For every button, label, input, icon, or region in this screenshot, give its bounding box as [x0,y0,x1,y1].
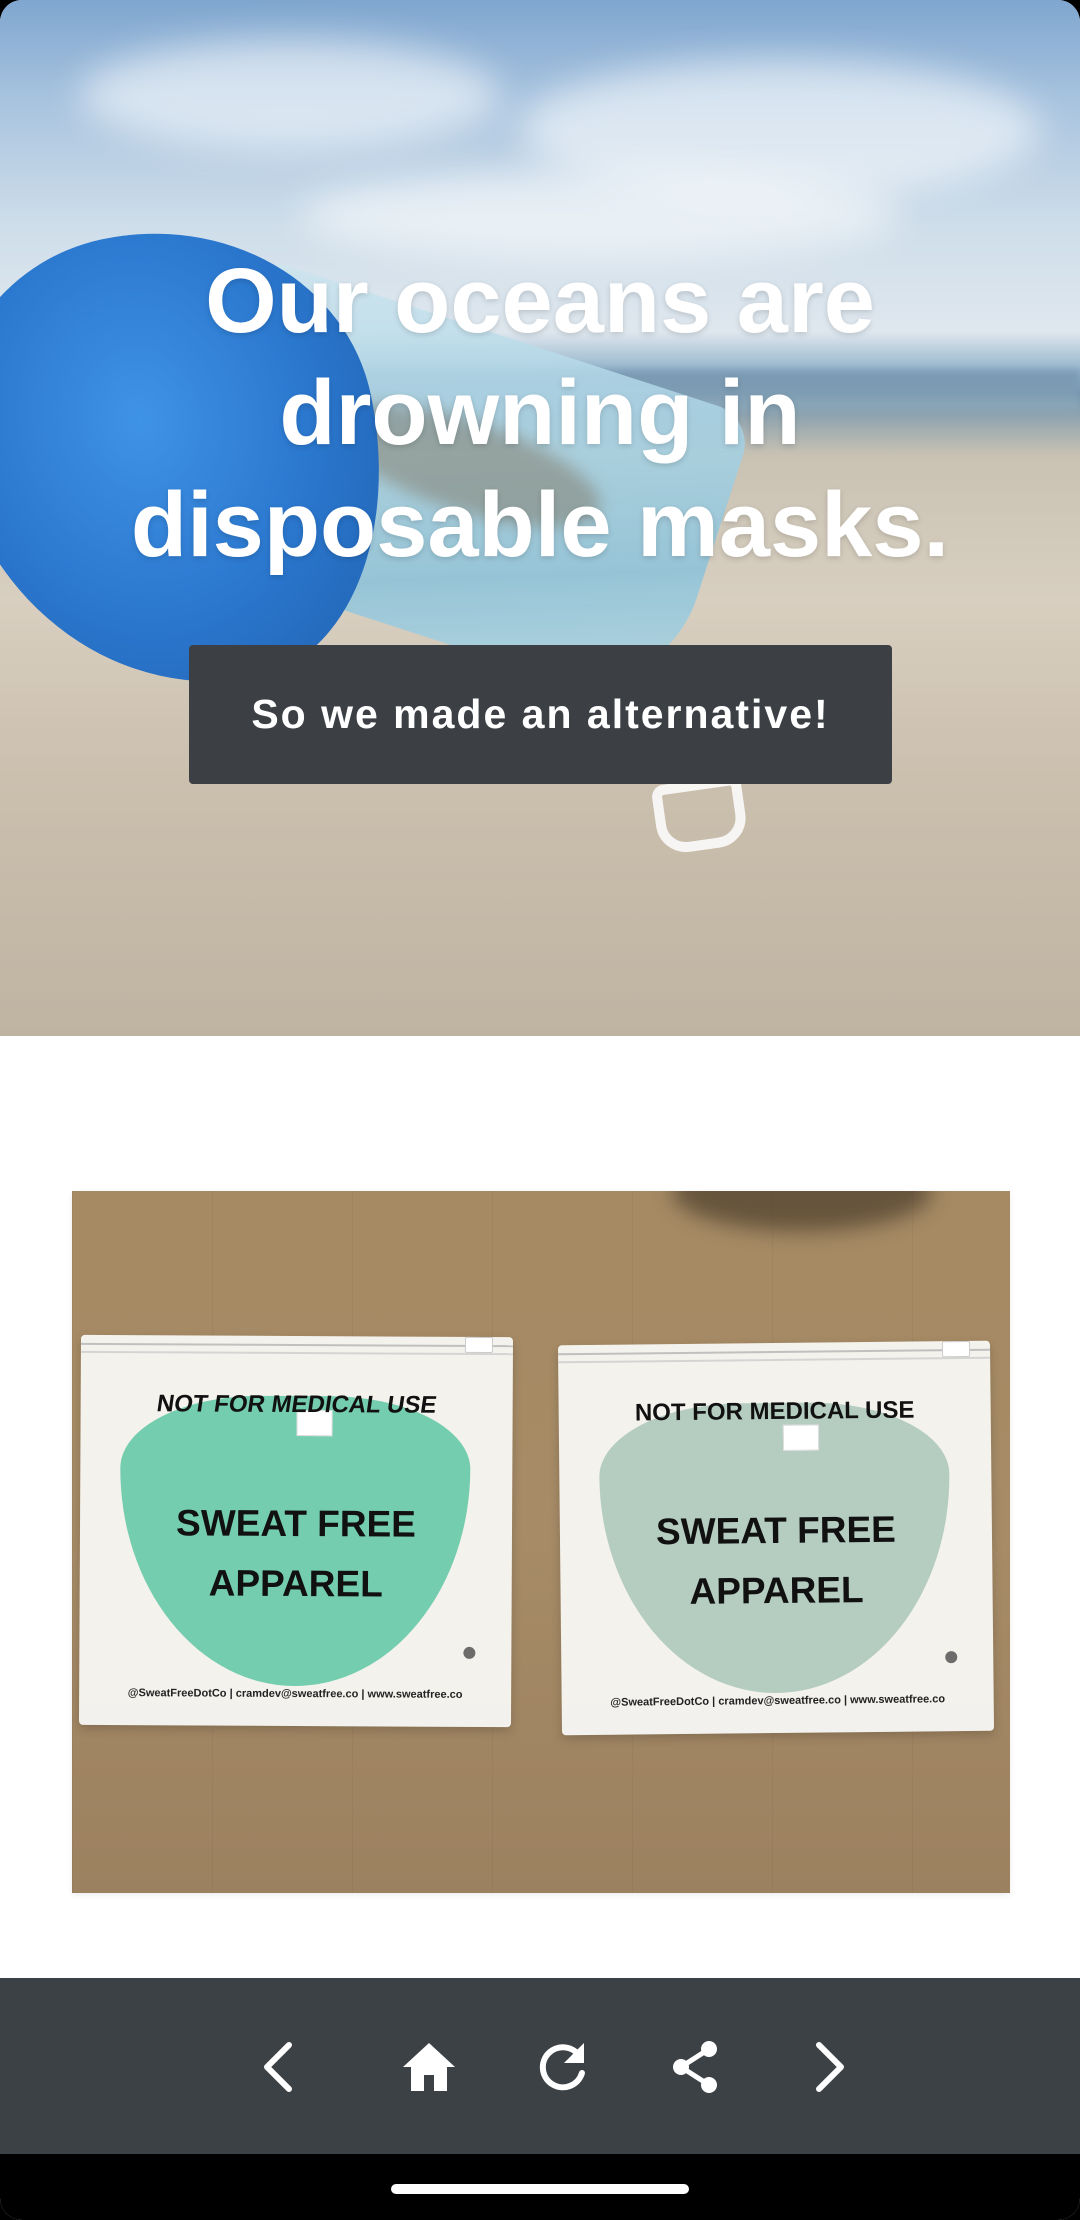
browser-nav-bar [0,1978,1080,2154]
bag-hole [945,1651,958,1664]
alternative-cta-button[interactable]: So we made an alternative! [189,645,892,784]
mask-package-green: NOT FOR MEDICAL USE SWEAT FREE APPAREL @… [78,1334,514,1728]
chevron-right-icon [816,2042,844,2092]
package-notice: NOT FOR MEDICAL USE [154,1390,439,1419]
bag-zipper [558,1348,991,1364]
package-brand-line2: APPAREL [689,1569,864,1612]
package-brand-line1: SWEAT FREE [176,1502,417,1545]
share-button[interactable] [640,2012,750,2122]
package-notice: NOT FOR MEDICAL USE [634,1396,915,1427]
refresh-icon [539,2043,585,2091]
hero-mask-ear-loop [650,774,750,856]
package-brand-line1: SWEAT FREE [655,1508,897,1553]
reload-button[interactable] [507,2012,617,2122]
bag-zipper [80,1342,513,1356]
hero-cloud [80,40,500,150]
system-gesture-bar [0,2154,1080,2220]
forward-button[interactable] [772,2012,882,2122]
share-icon [673,2041,717,2093]
package-brand-line2: APPAREL [208,1562,383,1605]
bag-hole [463,1646,476,1659]
product-photo: NOT FOR MEDICAL USE SWEAT FREE APPAREL @… [72,1191,1010,1893]
bag-zipper-tab [464,1336,494,1354]
photo-shadow [672,1191,932,1231]
hero-title: Our oceans are drowning in disposable ma… [130,250,950,576]
hero-banner: Our oceans are drowning in disposable ma… [0,0,1080,1036]
package-contact: @SweatFreeDotCo | cramdev@sweatfree.co |… [127,1687,463,1701]
home-indicator[interactable] [391,2184,689,2194]
chevron-left-icon [264,2042,292,2092]
package-brand: SWEAT FREE APPAREL [80,1493,513,1615]
mask-package-sage: NOT FOR MEDICAL USE SWEAT FREE APPAREL @… [557,1340,995,1736]
package-brand: SWEAT FREE APPAREL [560,1499,993,1624]
bag-zipper-tab [941,1340,971,1358]
mask-tag [782,1424,820,1451]
app-screen: Our oceans are drowning in disposable ma… [0,0,1080,2220]
back-button[interactable] [226,2012,336,2122]
home-button[interactable] [374,2012,484,2122]
package-contact: @SweatFreeDotCo | cramdev@sweatfree.co |… [610,1693,946,1709]
home-icon [403,2043,455,2091]
